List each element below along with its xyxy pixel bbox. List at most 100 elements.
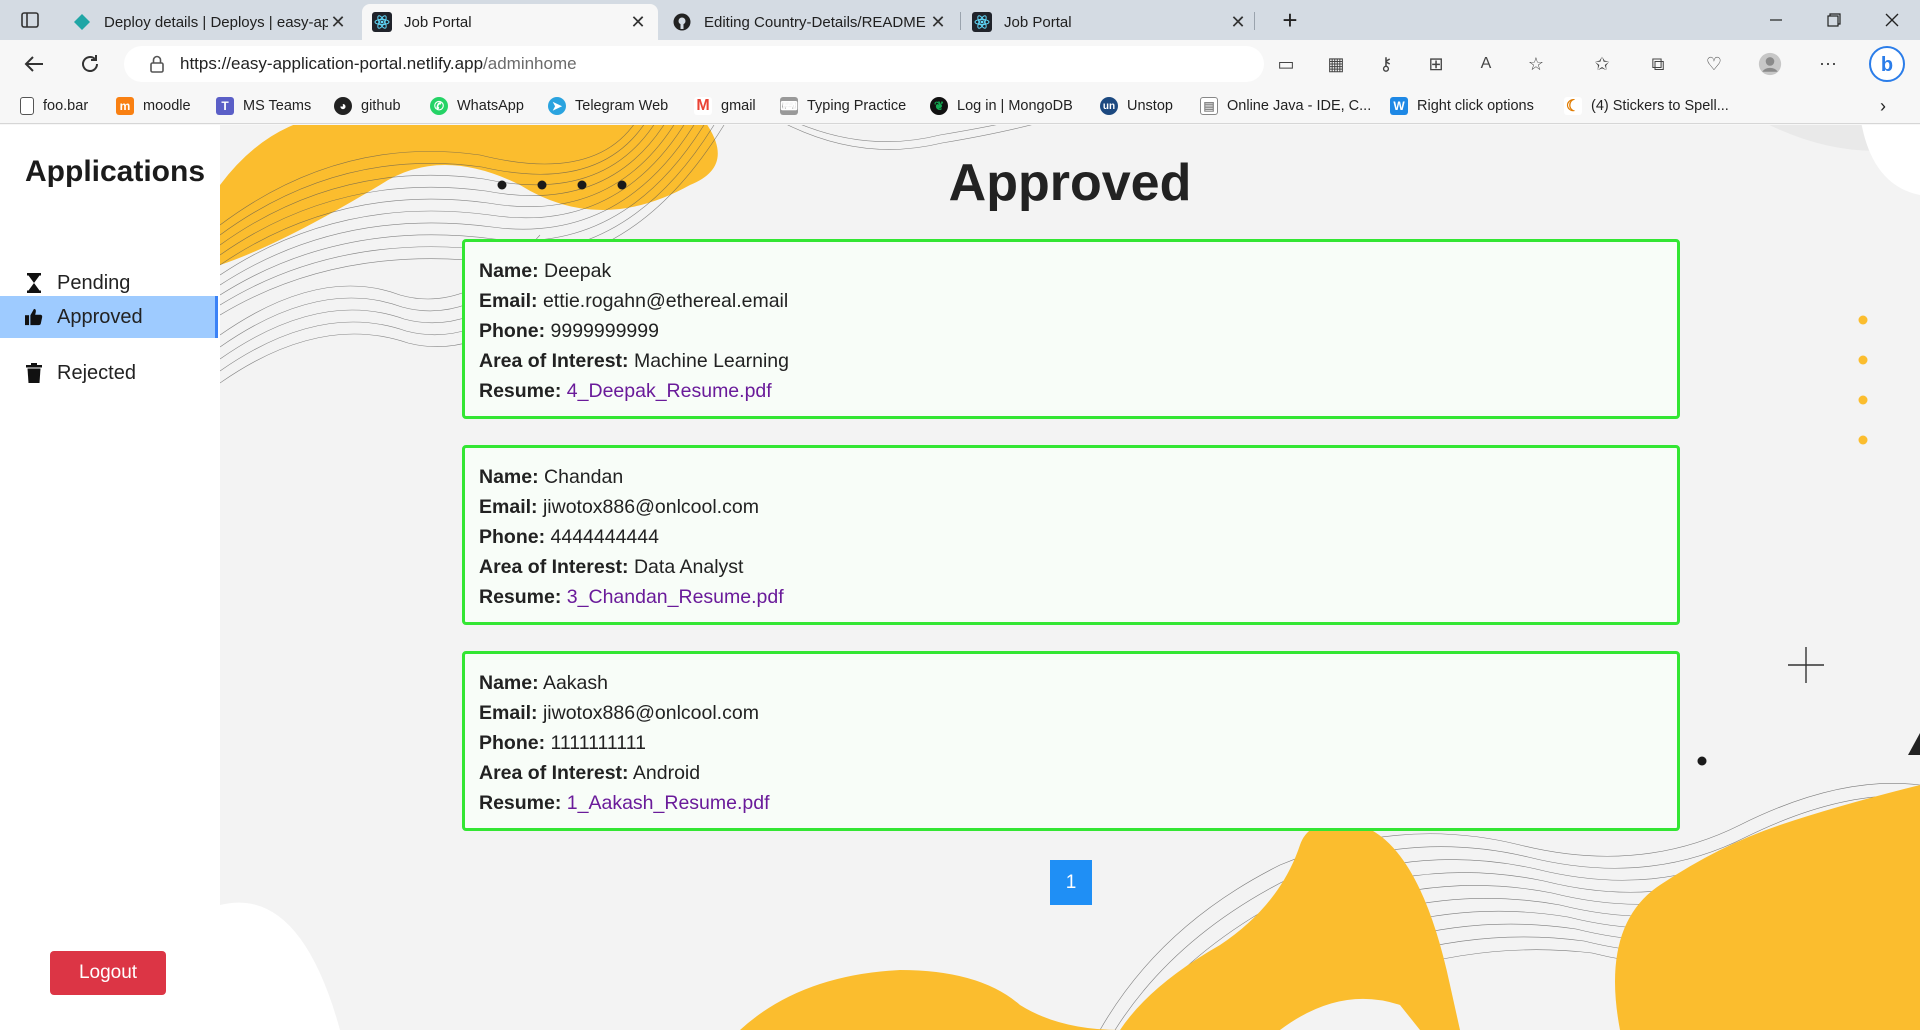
bookmark-label: Log in | MongoDB bbox=[957, 98, 1073, 114]
pagination-page-1[interactable]: 1 bbox=[1050, 860, 1092, 905]
new-tab-button[interactable]: + bbox=[1262, 0, 1318, 40]
extensions-grid-icon[interactable]: ▦ bbox=[1324, 52, 1348, 76]
phone-label: Phone: bbox=[479, 732, 546, 754]
sidebar: Applications Pending Approved Rejected L… bbox=[0, 125, 220, 1030]
resume-link[interactable]: 4_Deepak_Resume.pdf bbox=[567, 380, 772, 402]
close-tab-icon[interactable]: ✕ bbox=[628, 12, 648, 33]
email-row: Email: ettie.rogahn@ethereal.email bbox=[479, 286, 1663, 316]
applicant-name: Chandan bbox=[544, 466, 624, 488]
tab-title: Deploy details | Deploys | easy-ap bbox=[104, 13, 328, 31]
name-row: Name: Aakash bbox=[479, 668, 1663, 698]
applicant-email: ettie.rogahn@ethereal.email bbox=[542, 290, 789, 312]
interest-row: Area of Interest: Android bbox=[479, 758, 1663, 788]
app-available-icon[interactable]: ▭ bbox=[1274, 52, 1298, 76]
applicant-name: Aakash bbox=[542, 672, 608, 694]
lock-icon[interactable] bbox=[148, 54, 166, 74]
bookmarks-overflow-chevron-icon[interactable]: › bbox=[1880, 94, 1886, 118]
bookmark-label: gmail bbox=[721, 98, 756, 114]
sidebar-item-approved[interactable]: Approved bbox=[0, 296, 218, 338]
email-label: Email: bbox=[479, 702, 538, 724]
bookmark-moodle[interactable]: m moodle bbox=[116, 94, 191, 118]
url-bar[interactable]: https://easy-application-portal.netlify.… bbox=[124, 46, 1264, 82]
read-aloud-icon[interactable]: A bbox=[1474, 52, 1498, 76]
interest-label: Area of Interest: bbox=[479, 762, 629, 784]
tab-deploy-details[interactable]: Deploy details | Deploys | easy-ap ✕ bbox=[62, 4, 358, 40]
ide-icon: ▤ bbox=[1200, 97, 1218, 115]
resume-link[interactable]: 1_Aakash_Resume.pdf bbox=[567, 792, 770, 814]
logout-button[interactable]: Logout bbox=[50, 951, 166, 995]
name-label: Name: bbox=[479, 260, 539, 282]
favorite-star-icon[interactable]: ☆ bbox=[1524, 52, 1548, 76]
resume-link[interactable]: 3_Chandan_Resume.pdf bbox=[567, 586, 784, 608]
bookmark-github[interactable]: ◕ github bbox=[334, 94, 401, 118]
email-row: Email: jiwotox886@onlcool.com bbox=[479, 698, 1663, 728]
browser-essentials-icon[interactable]: ♡ bbox=[1702, 52, 1726, 76]
collections-icon[interactable]: ⧉ bbox=[1646, 52, 1670, 76]
page-title: Approved bbox=[948, 154, 1192, 212]
tab-divider bbox=[960, 12, 961, 30]
tab-job-portal-active[interactable]: Job Portal ✕ bbox=[362, 4, 658, 40]
applicant-email: jiwotox886@onlcool.com bbox=[542, 702, 759, 724]
favorites-icon[interactable]: ✩ bbox=[1590, 52, 1614, 76]
bookmark-label: Unstop bbox=[1127, 98, 1173, 114]
bookmark-telegram[interactable]: ➤ Telegram Web bbox=[548, 94, 668, 118]
email-label: Email: bbox=[479, 496, 538, 518]
bookmark-label: moodle bbox=[143, 98, 191, 114]
github-icon bbox=[672, 12, 692, 32]
url-host: https://easy-application-portal.netlify.… bbox=[180, 54, 484, 73]
telegram-icon: ➤ bbox=[548, 97, 566, 115]
close-tab-icon[interactable]: ✕ bbox=[1228, 12, 1248, 33]
sidebar-item-rejected[interactable]: Rejected bbox=[0, 352, 218, 394]
bookmark-typing-practice[interactable]: ⌨ Typing Practice bbox=[780, 94, 906, 118]
name-row: Name: Deepak bbox=[479, 256, 1663, 286]
apps-icon[interactable]: ⊞ bbox=[1424, 52, 1448, 76]
address-toolbar: https://easy-application-portal.netlify.… bbox=[0, 40, 1920, 88]
bookmark-whatsapp[interactable]: ✆ WhatsApp bbox=[430, 94, 524, 118]
name-label: Name: bbox=[479, 466, 539, 488]
bookmark-mongodb[interactable]: ❦ Log in | MongoDB bbox=[930, 94, 1073, 118]
email-row: Email: jiwotox886@onlcool.com bbox=[479, 492, 1663, 522]
refresh-icon[interactable] bbox=[74, 48, 106, 80]
tab-title: Job Portal bbox=[404, 13, 472, 31]
svg-text:b: b bbox=[1881, 54, 1893, 76]
netlify-icon bbox=[72, 12, 92, 32]
bookmark-label: Typing Practice bbox=[807, 98, 907, 114]
bookmark-gmail[interactable]: Mgmail bbox=[694, 94, 756, 118]
typing-icon: ⌨ bbox=[780, 97, 798, 115]
github-icon: ◕ bbox=[334, 97, 352, 115]
bookmark-label: Right click options bbox=[1417, 98, 1534, 114]
sidebar-title: Applications bbox=[25, 155, 206, 188]
tab-job-portal[interactable]: Job Portal ✕ bbox=[962, 4, 1258, 40]
minimize-icon[interactable] bbox=[1748, 0, 1804, 40]
back-icon[interactable] bbox=[18, 48, 50, 80]
applicant-phone: 9999999999 bbox=[550, 320, 659, 342]
close-window-icon[interactable] bbox=[1864, 0, 1920, 40]
tab-github-editing[interactable]: Editing Country-Details/README ✕ bbox=[662, 4, 958, 40]
bookmark-online-java[interactable]: ▤ Online Java - IDE, C... bbox=[1200, 94, 1371, 118]
close-tab-icon[interactable]: ✕ bbox=[928, 12, 948, 33]
restore-icon[interactable] bbox=[1806, 0, 1862, 40]
unstop-icon: un bbox=[1100, 97, 1118, 115]
thumbs-up-icon bbox=[25, 306, 43, 328]
name-row: Name: Chandan bbox=[479, 462, 1663, 492]
interest-row: Area of Interest: Machine Learning bbox=[479, 346, 1663, 376]
page-icon bbox=[20, 97, 34, 115]
more-options-icon[interactable]: ⋯ bbox=[1816, 52, 1840, 76]
bookmark-foo-bar[interactable]: foo.bar bbox=[20, 94, 88, 118]
sidebar-item-label: Approved bbox=[57, 305, 143, 328]
tab-divider bbox=[1254, 12, 1255, 30]
bing-copilot-icon[interactable]: b bbox=[1868, 45, 1906, 83]
key-icon[interactable]: ⚷ bbox=[1374, 52, 1398, 76]
react-icon bbox=[372, 12, 392, 32]
profile-avatar-icon[interactable] bbox=[1758, 52, 1782, 76]
bookmark-unstop[interactable]: un Unstop bbox=[1100, 94, 1173, 118]
phone-row: Phone: 9999999999 bbox=[479, 316, 1663, 346]
bookmark-right-click[interactable]: W Right click options bbox=[1390, 94, 1534, 118]
bookmark-stickers[interactable]: ☾ (4) Stickers to Spell... bbox=[1564, 94, 1729, 118]
bookmark-label: (4) Stickers to Spell... bbox=[1591, 98, 1729, 114]
applicant-interest: Data Analyst bbox=[633, 556, 744, 578]
bookmark-ms-teams[interactable]: T MS Teams bbox=[216, 94, 311, 118]
bookmark-label: github bbox=[361, 98, 401, 114]
close-tab-icon[interactable]: ✕ bbox=[328, 12, 348, 33]
tab-actions-icon[interactable] bbox=[18, 8, 42, 32]
